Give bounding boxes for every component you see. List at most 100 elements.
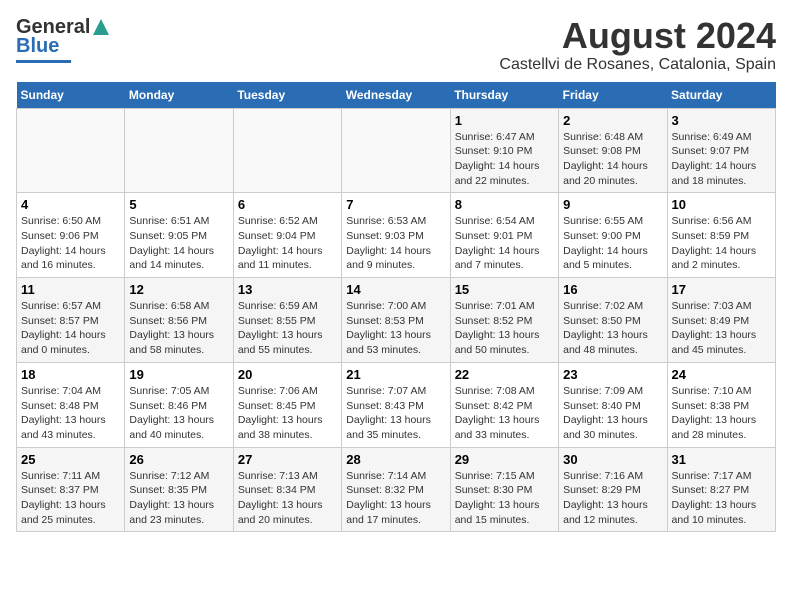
day-info: Sunrise: 6:48 AM Sunset: 9:08 PM Dayligh… — [563, 130, 662, 189]
calendar-cell: 2 Sunrise: 6:48 AM Sunset: 9:08 PM Daylig… — [559, 108, 667, 193]
day-number: 29 — [455, 452, 554, 467]
day-number: 25 — [21, 452, 120, 467]
calendar-cell — [342, 108, 450, 193]
calendar-cell: 24 Sunrise: 7:10 AM Sunset: 8:38 PM Dayli… — [667, 362, 775, 447]
day-info: Sunrise: 7:10 AM Sunset: 8:38 PM Dayligh… — [672, 384, 771, 443]
day-number: 8 — [455, 197, 554, 212]
day-number: 3 — [672, 113, 771, 128]
calendar-cell: 13Sunrise: 6:59 AM Sunset: 8:55 PM Dayli… — [233, 278, 341, 363]
day-number: 26 — [129, 452, 228, 467]
logo-text-blue: Blue — [16, 35, 59, 58]
calendar-week-row: 11Sunrise: 6:57 AM Sunset: 8:57 PM Dayli… — [17, 278, 776, 363]
day-info: Sunrise: 6:47 AM Sunset: 9:10 PM Dayligh… — [455, 130, 554, 189]
day-of-week-header: Thursday — [450, 82, 558, 109]
day-info: Sunrise: 7:05 AM Sunset: 8:46 PM Dayligh… — [129, 384, 228, 443]
day-info: Sunrise: 6:53 AM Sunset: 9:03 PM Dayligh… — [346, 214, 445, 273]
day-of-week-header: Tuesday — [233, 82, 341, 109]
calendar-cell: 1 Sunrise: 6:47 AM Sunset: 9:10 PM Daylig… — [450, 108, 558, 193]
day-number: 18 — [21, 367, 120, 382]
day-number: 19 — [129, 367, 228, 382]
day-number: 30 — [563, 452, 662, 467]
day-number: 9 — [563, 197, 662, 212]
day-number: 2 — [563, 113, 662, 128]
calendar-cell: 30Sunrise: 7:16 AM Sunset: 8:29 PM Dayli… — [559, 447, 667, 532]
day-number: 11 — [21, 282, 120, 297]
calendar-cell: 5 Sunrise: 6:51 AM Sunset: 9:05 PM Daylig… — [125, 193, 233, 278]
day-number: 17 — [672, 282, 771, 297]
day-info: Sunrise: 6:51 AM Sunset: 9:05 PM Dayligh… — [129, 214, 228, 273]
calendar-cell: 8Sunrise: 6:54 AM Sunset: 9:01 PM Daylig… — [450, 193, 558, 278]
day-info: Sunrise: 6:49 AM Sunset: 9:07 PM Dayligh… — [672, 130, 771, 189]
day-info: Sunrise: 7:00 AM Sunset: 8:53 PM Dayligh… — [346, 299, 445, 358]
day-number: 13 — [238, 282, 337, 297]
day-number: 14 — [346, 282, 445, 297]
calendar-cell: 22 Sunrise: 7:08 AM Sunset: 8:42 PM Dayli… — [450, 362, 558, 447]
calendar-cell: 19 Sunrise: 7:05 AM Sunset: 8:46 PM Dayli… — [125, 362, 233, 447]
calendar-cell: 9Sunrise: 6:55 AM Sunset: 9:00 PM Daylig… — [559, 193, 667, 278]
day-info: Sunrise: 7:08 AM Sunset: 8:42 PM Dayligh… — [455, 384, 554, 443]
day-number: 28 — [346, 452, 445, 467]
calendar-cell: 10 Sunrise: 6:56 AM Sunset: 8:59 PM Dayli… — [667, 193, 775, 278]
day-info: Sunrise: 7:12 AM Sunset: 8:35 PM Dayligh… — [129, 469, 228, 528]
day-info: Sunrise: 7:14 AM Sunset: 8:32 PM Dayligh… — [346, 469, 445, 528]
calendar-subtitle: Castellvi de Rosanes, Catalonia, Spain — [499, 56, 776, 74]
calendar-cell — [233, 108, 341, 193]
day-info: Sunrise: 7:09 AM Sunset: 8:40 PM Dayligh… — [563, 384, 662, 443]
calendar-cell — [125, 108, 233, 193]
calendar-cell: 31 Sunrise: 7:17 AM Sunset: 8:27 PM Dayli… — [667, 447, 775, 532]
day-number: 31 — [672, 452, 771, 467]
calendar-cell: 15Sunrise: 7:01 AM Sunset: 8:52 PM Dayli… — [450, 278, 558, 363]
day-info: Sunrise: 7:13 AM Sunset: 8:34 PM Dayligh… — [238, 469, 337, 528]
day-info: Sunrise: 7:15 AM Sunset: 8:30 PM Dayligh… — [455, 469, 554, 528]
calendar-cell: 14 Sunrise: 7:00 AM Sunset: 8:53 PM Dayli… — [342, 278, 450, 363]
day-number: 1 — [455, 113, 554, 128]
calendar-cell: 29 Sunrise: 7:15 AM Sunset: 8:30 PM Dayli… — [450, 447, 558, 532]
calendar-cell: 27 Sunrise: 7:13 AM Sunset: 8:34 PM Dayli… — [233, 447, 341, 532]
day-info: Sunrise: 7:11 AM Sunset: 8:37 PM Dayligh… — [21, 469, 120, 528]
calendar-cell: 7Sunrise: 6:53 AM Sunset: 9:03 PM Daylig… — [342, 193, 450, 278]
day-number: 23 — [563, 367, 662, 382]
day-number: 6 — [238, 197, 337, 212]
logo-triangle-icon — [93, 19, 109, 35]
day-number: 24 — [672, 367, 771, 382]
calendar-cell: 28 Sunrise: 7:14 AM Sunset: 8:32 PM Dayli… — [342, 447, 450, 532]
calendar-cell: 18 Sunrise: 7:04 AM Sunset: 8:48 PM Dayli… — [17, 362, 125, 447]
day-number: 10 — [672, 197, 771, 212]
day-number: 22 — [455, 367, 554, 382]
day-info: Sunrise: 6:50 AM Sunset: 9:06 PM Dayligh… — [21, 214, 120, 273]
calendar-header: SundayMondayTuesdayWednesdayThursdayFrid… — [17, 82, 776, 109]
calendar-cell: 20Sunrise: 7:06 AM Sunset: 8:45 PM Dayli… — [233, 362, 341, 447]
day-number: 4 — [21, 197, 120, 212]
day-info: Sunrise: 7:04 AM Sunset: 8:48 PM Dayligh… — [21, 384, 120, 443]
logo-underline — [16, 60, 71, 63]
day-number: 21 — [346, 367, 445, 382]
day-of-week-header: Saturday — [667, 82, 775, 109]
title-block: August 2024 Castellvi de Rosanes, Catalo… — [499, 16, 776, 74]
day-info: Sunrise: 7:07 AM Sunset: 8:43 PM Dayligh… — [346, 384, 445, 443]
day-of-week-header: Wednesday — [342, 82, 450, 109]
calendar-cell: 16Sunrise: 7:02 AM Sunset: 8:50 PM Dayli… — [559, 278, 667, 363]
day-info: Sunrise: 7:02 AM Sunset: 8:50 PM Dayligh… — [563, 299, 662, 358]
calendar-cell: 11Sunrise: 6:57 AM Sunset: 8:57 PM Dayli… — [17, 278, 125, 363]
calendar-cell: 25 Sunrise: 7:11 AM Sunset: 8:37 PM Dayli… — [17, 447, 125, 532]
calendar-week-row: 4 Sunrise: 6:50 AM Sunset: 9:06 PM Daylig… — [17, 193, 776, 278]
calendar-week-row: 1 Sunrise: 6:47 AM Sunset: 9:10 PM Daylig… — [17, 108, 776, 193]
calendar-table: SundayMondayTuesdayWednesdayThursdayFrid… — [16, 82, 776, 533]
day-info: Sunrise: 6:56 AM Sunset: 8:59 PM Dayligh… — [672, 214, 771, 273]
logo: General Blue — [16, 16, 109, 63]
calendar-cell — [17, 108, 125, 193]
day-number: 5 — [129, 197, 228, 212]
calendar-cell: 21 Sunrise: 7:07 AM Sunset: 8:43 PM Dayli… — [342, 362, 450, 447]
calendar-cell: 26 Sunrise: 7:12 AM Sunset: 8:35 PM Dayli… — [125, 447, 233, 532]
day-of-week-header: Friday — [559, 82, 667, 109]
calendar-week-row: 18 Sunrise: 7:04 AM Sunset: 8:48 PM Dayli… — [17, 362, 776, 447]
calendar-cell: 4 Sunrise: 6:50 AM Sunset: 9:06 PM Daylig… — [17, 193, 125, 278]
day-info: Sunrise: 7:06 AM Sunset: 8:45 PM Dayligh… — [238, 384, 337, 443]
day-info: Sunrise: 7:17 AM Sunset: 8:27 PM Dayligh… — [672, 469, 771, 528]
day-number: 27 — [238, 452, 337, 467]
day-info: Sunrise: 7:01 AM Sunset: 8:52 PM Dayligh… — [455, 299, 554, 358]
calendar-cell: 23 Sunrise: 7:09 AM Sunset: 8:40 PM Dayli… — [559, 362, 667, 447]
day-info: Sunrise: 7:03 AM Sunset: 8:49 PM Dayligh… — [672, 299, 771, 358]
calendar-title: August 2024 — [499, 16, 776, 56]
day-of-week-header: Sunday — [17, 82, 125, 109]
